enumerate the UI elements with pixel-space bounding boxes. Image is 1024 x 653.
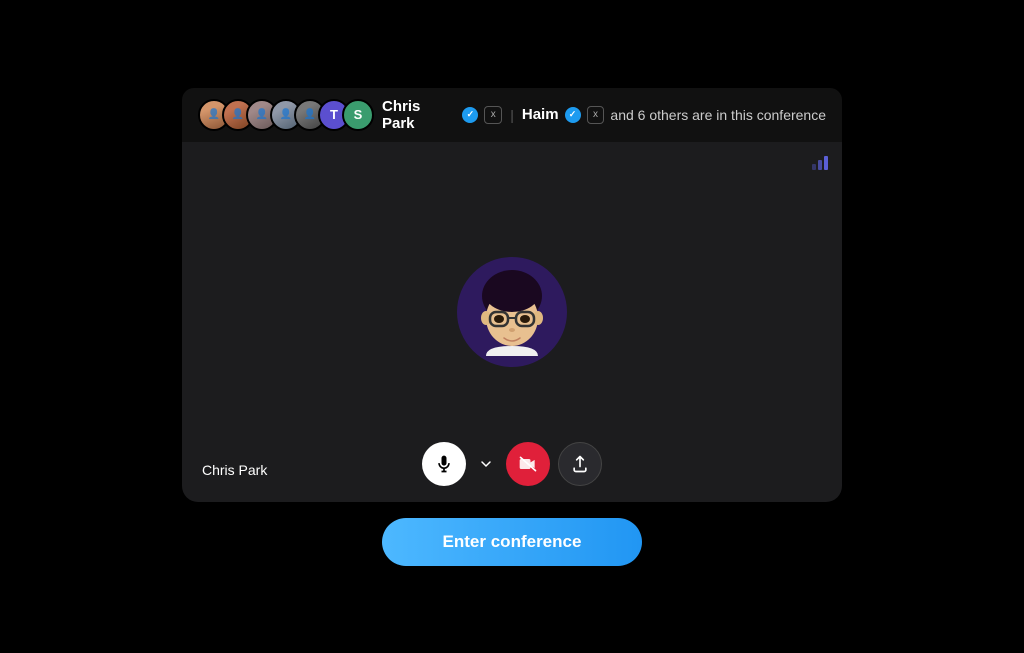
- signal-bar-2: [818, 160, 822, 170]
- user-avatar-large: [457, 257, 567, 367]
- avatar-stack: 👤 👤 👤 👤 👤 T S: [198, 99, 374, 131]
- user2-name: Haim: [522, 106, 559, 123]
- video-off-button[interactable]: [506, 442, 550, 486]
- controls-row: [182, 442, 842, 486]
- video-area: Chris Park: [182, 142, 842, 502]
- enter-conference-button[interactable]: Enter conference: [382, 518, 642, 566]
- signal-bar-1: [812, 164, 816, 170]
- participant-info: Chris Park x | Haim x and 6 others are i…: [382, 98, 826, 132]
- avatar-p7: S: [342, 99, 374, 131]
- others-text: and 6 others are in this conference: [610, 107, 826, 123]
- share-button[interactable]: [558, 442, 602, 486]
- conference-container: 👤 👤 👤 👤 👤 T S Chris Park x: [182, 88, 842, 566]
- user1-verified-badge: [462, 107, 478, 123]
- participants-bar: 👤 👤 👤 👤 👤 T S Chris Park x: [182, 88, 842, 142]
- mic-options-button[interactable]: [474, 452, 498, 476]
- user1-tag[interactable]: x: [484, 106, 502, 124]
- mic-button[interactable]: [422, 442, 466, 486]
- signal-bar-3: [824, 156, 828, 170]
- user-face-svg: [472, 268, 552, 356]
- separator: |: [510, 107, 514, 123]
- signal-icon: [812, 156, 828, 170]
- user2-verified-badge: [565, 107, 581, 123]
- user1-name: Chris Park: [382, 98, 456, 132]
- user2-tag[interactable]: x: [587, 106, 605, 124]
